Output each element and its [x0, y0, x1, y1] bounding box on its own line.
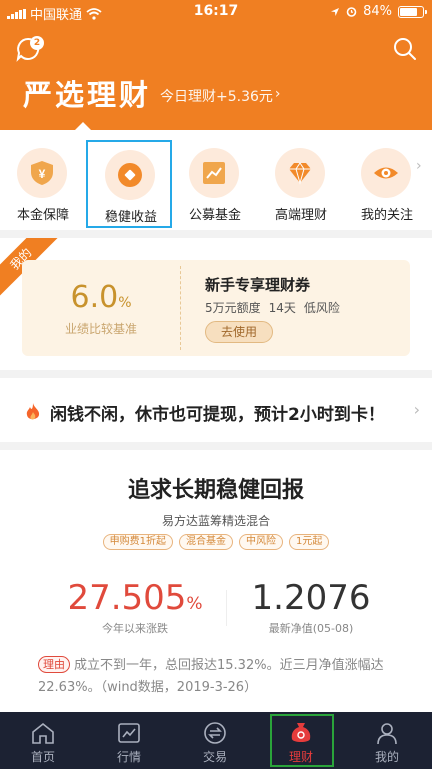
coupon-divider	[180, 266, 181, 350]
latest-nav-value: 1.2076	[251, 578, 371, 618]
message-badge: 2	[30, 36, 44, 50]
tab-trade[interactable]: 交易	[172, 712, 258, 769]
category-label: 本金保障	[16, 208, 69, 223]
active-tab-outline	[270, 714, 334, 767]
category-my-watchlist[interactable]: 我的关注	[344, 140, 430, 228]
category-principal-guarantee[interactable]: ¥ 本金保障	[0, 140, 86, 228]
coupon-term: 14天	[268, 301, 296, 315]
tab-me[interactable]: 我的	[344, 712, 430, 769]
category-label: 我的关注	[360, 208, 413, 223]
metric-divider	[226, 590, 227, 626]
fund-tags: 申购费1折起 混合基金 中风险 1元起	[0, 534, 432, 550]
chevron-right-icon: ›	[413, 400, 420, 419]
location-arrow-icon	[331, 7, 340, 16]
coupon-risk: 低风险	[303, 301, 340, 315]
ytd-return: 27.505% 今年以来涨跌	[60, 578, 210, 636]
coupon-title: 新手专享理财券	[205, 276, 311, 294]
svg-text:¥: ¥	[39, 167, 46, 181]
bottom-tab-bar: 首页 行情 交易 理财 我的	[0, 712, 432, 769]
latest-nav-label: 最新净值(05-08)	[268, 622, 354, 635]
rate-unit: %	[118, 295, 132, 311]
market-chart-icon	[118, 723, 140, 743]
latest-nav: 1.2076 最新净值(05-08)	[236, 578, 386, 636]
product-headline: 追求长期稳健回报	[127, 478, 304, 503]
newbie-coupon-card[interactable]: 6.0% 业绩比较基准 新手专享理财券 5万元额度 14天 低风险 去使用	[22, 260, 410, 356]
notice-text: 闲钱不闲，休市也可提现，预计2小时到卡！	[50, 405, 385, 425]
fund-tag: 1元起	[289, 534, 330, 550]
recommend-reason: 理由 成立不到一年，总回报达15.32%。近三月净值涨幅达22.63%。（wind…	[38, 655, 398, 699]
category-steady-income[interactable]: 稳健收益	[86, 140, 172, 228]
today-earnings: 今日理财+5.36元	[160, 89, 273, 105]
person-icon	[377, 723, 397, 745]
battery-percent: 84%	[363, 4, 392, 19]
ytd-return-unit: %	[186, 594, 203, 614]
category-premium-wealth[interactable]: 高端理财	[258, 140, 344, 228]
ytd-return-value: 27.505	[67, 578, 187, 618]
chevron-right-icon: ›	[274, 86, 281, 102]
scroll-more-icon[interactable]: ›	[416, 158, 422, 174]
category-nav: ¥ 本金保障 稳健收益 公募基金 高端理财 我的关注 ›	[0, 130, 432, 230]
header-pointer	[74, 122, 92, 131]
category-label: 稳健收益	[104, 210, 157, 225]
header: 中国联通 16:17 84% 2 严选理财 今日理财+5.36元 ›	[0, 0, 432, 130]
status-bar: 中国联通 16:17 84%	[0, 0, 432, 24]
home-icon	[32, 722, 54, 744]
rate-value: 6.0	[70, 280, 119, 315]
coupon-rate: 6.0%	[22, 280, 180, 315]
withdraw-notice[interactable]: 闲钱不闲，休市也可提现，预计2小时到卡！ ›	[0, 378, 432, 442]
category-label: 公募基金	[188, 208, 241, 223]
fund-name: 易方达蓝筹精选混合	[161, 514, 270, 528]
use-coupon-button[interactable]: 去使用	[205, 321, 273, 343]
tab-label: 交易	[202, 750, 227, 764]
search-icon[interactable]	[392, 36, 418, 62]
fire-icon	[26, 403, 40, 420]
exchange-icon	[204, 722, 226, 744]
category-public-fund[interactable]: 公募基金	[172, 140, 258, 228]
battery-level	[400, 7, 418, 16]
fund-tag: 中风险	[239, 534, 283, 550]
rate-label: 业绩比较基准	[64, 322, 137, 336]
tab-label: 我的	[374, 750, 399, 764]
shield-yuan-icon: ¥	[31, 161, 53, 185]
reason-text: 成立不到一年，总回报达15.32%。近三月净值涨幅达22.63%。（wind数据…	[38, 658, 384, 695]
today-earnings-link[interactable]: 今日理财+5.36元 ›	[160, 86, 281, 106]
page-title: 严选理财	[23, 78, 152, 112]
coupon-amount: 5万元额度	[205, 301, 261, 315]
tab-label: 首页	[30, 750, 55, 764]
ytd-return-label: 今年以来涨跌	[102, 622, 168, 635]
fund-tag: 申购费1折起	[102, 534, 173, 550]
chart-icon	[203, 162, 225, 184]
coupon-section: 我的 6.0% 业绩比较基准 新手专享理财券 5万元额度 14天 低风险 去使用	[0, 238, 432, 370]
tab-label: 行情	[116, 750, 141, 764]
category-label: 高端理财	[274, 208, 327, 223]
wealth-page: 中国联通 16:17 84% 2 严选理财 今日理财+5.36元 › ¥ 本金保…	[0, 0, 432, 769]
fund-tag: 混合基金	[179, 534, 233, 550]
alarm-icon	[346, 7, 357, 17]
diamond-icon	[289, 162, 311, 185]
tab-market[interactable]: 行情	[86, 712, 172, 769]
coin-icon	[118, 163, 142, 187]
tab-home[interactable]: 首页	[0, 712, 86, 769]
reason-tag: 理由	[38, 656, 70, 673]
eye-icon	[374, 167, 398, 179]
battery-icon	[398, 5, 427, 18]
fund-product-card[interactable]: 追求长期稳健回报 易方达蓝筹精选混合 申购费1折起 混合基金 中风险 1元起 2…	[0, 450, 432, 712]
